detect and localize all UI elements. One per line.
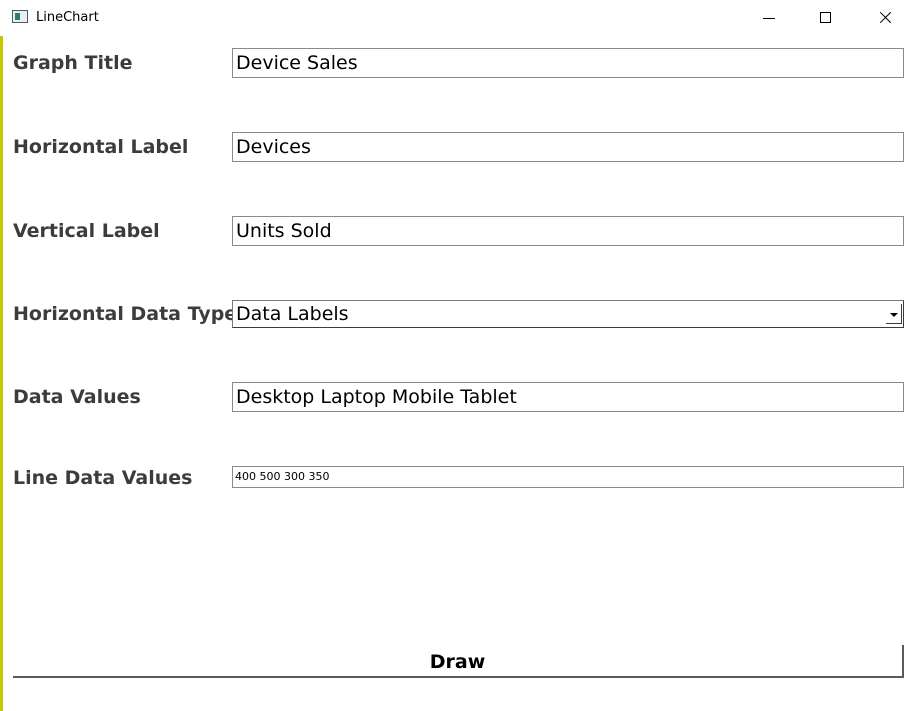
window-left-border	[0, 0, 3, 711]
graph-title-label: Graph Title	[13, 52, 133, 74]
chevron-down-icon[interactable]	[886, 304, 902, 324]
data-values-input[interactable]: Desktop Laptop Mobile Tablet	[232, 382, 904, 412]
horizontal-data-type-select[interactable]: Data Labels	[232, 300, 904, 328]
minimize-icon[interactable]	[746, 0, 792, 36]
close-icon[interactable]	[862, 0, 908, 36]
window-title: LineChart	[36, 10, 99, 25]
horizontal-label-label: Horizontal Label	[13, 136, 189, 158]
line-data-values-label: Line Data Values	[13, 467, 193, 489]
app-icon	[12, 10, 28, 23]
data-values-label: Data Values	[13, 386, 141, 408]
horizontal-data-type-label: Horizontal Data Type	[13, 303, 238, 325]
graph-title-input[interactable]: Device Sales	[232, 48, 904, 78]
vertical-label-input[interactable]: Units Sold	[232, 216, 904, 246]
horizontal-data-type-value: Data Labels	[236, 303, 349, 325]
line-data-values-input[interactable]: 400 500 300 350	[232, 466, 904, 488]
title-bar[interactable]: LineChart	[0, 0, 915, 36]
maximize-icon[interactable]	[802, 0, 848, 36]
vertical-label-label: Vertical Label	[13, 220, 160, 242]
draw-button[interactable]: Draw	[13, 645, 904, 678]
horizontal-label-input[interactable]: Devices	[232, 132, 904, 162]
